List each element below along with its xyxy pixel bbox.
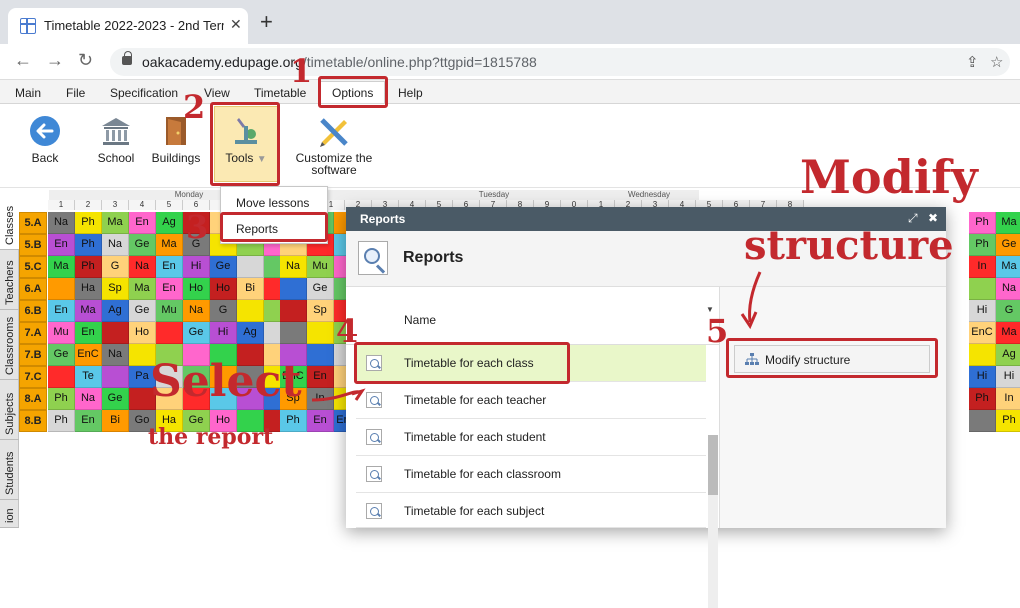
arrow-head-report bbox=[351, 388, 366, 401]
annotation-arrows bbox=[311, 271, 762, 402]
